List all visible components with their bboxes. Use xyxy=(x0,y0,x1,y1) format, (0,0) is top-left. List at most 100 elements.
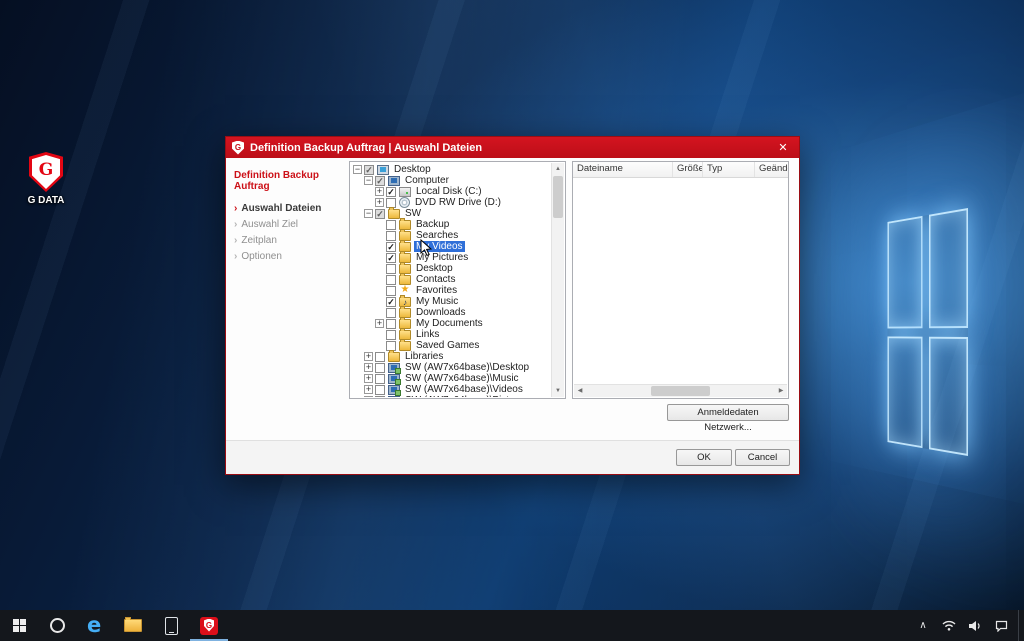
tree-item-label[interactable]: Links xyxy=(414,329,441,340)
checkbox[interactable] xyxy=(386,187,396,197)
app-button[interactable] xyxy=(152,610,190,641)
checkbox[interactable] xyxy=(386,242,396,252)
network-credentials-button[interactable]: Anmeldedaten Netzwerk... xyxy=(667,404,789,421)
checkbox[interactable] xyxy=(386,220,396,230)
tree-item[interactable]: Desktop xyxy=(351,164,550,175)
tree-item[interactable]: My Music xyxy=(351,296,550,307)
desktop-icon-gdata[interactable]: G DATA xyxy=(16,152,76,206)
tree-item[interactable]: My Documents xyxy=(351,318,550,329)
tree-item-label[interactable]: Local Disk (C:) xyxy=(414,186,484,197)
tree-item-label[interactable]: Backup xyxy=(414,219,451,230)
expand-toggle[interactable] xyxy=(364,396,373,397)
hidden-icons-chevron[interactable]: ∧ xyxy=(912,610,934,641)
tree-item-label[interactable]: SW xyxy=(403,208,423,219)
action-center-icon[interactable] xyxy=(990,610,1012,641)
tree-item-label[interactable]: Contacts xyxy=(414,274,457,285)
tree-item-label[interactable]: Desktop xyxy=(392,164,433,175)
tree-item[interactable]: SW (AW7x64base)\Desktop xyxy=(351,362,550,373)
sidebar-item-zeitplan[interactable]: ›Zeitplan xyxy=(234,234,346,247)
close-icon[interactable]: ✕ xyxy=(773,141,793,154)
ok-button[interactable]: OK xyxy=(676,449,732,466)
expand-toggle[interactable] xyxy=(375,198,384,207)
checkbox[interactable] xyxy=(375,385,385,395)
checkbox[interactable] xyxy=(386,297,396,307)
tree-item[interactable]: Backup xyxy=(351,219,550,230)
dialog-title-bar[interactable]: Definition Backup Auftrag | Auswahl Date… xyxy=(226,137,799,158)
tree-item[interactable]: SW (AW7x64base)\Music xyxy=(351,373,550,384)
edge-browser-button[interactable] xyxy=(76,610,114,641)
checkbox[interactable] xyxy=(375,374,385,384)
search-button[interactable] xyxy=(38,610,76,641)
tree-item[interactable]: Favorites xyxy=(351,285,550,296)
tree-item[interactable]: Computer xyxy=(351,175,550,186)
scroll-left-arrow[interactable]: ◀ xyxy=(574,385,586,397)
tree-item[interactable]: Saved Games xyxy=(351,340,550,351)
checkbox[interactable] xyxy=(386,275,396,285)
scrollbar-thumb[interactable] xyxy=(553,176,563,218)
tree-item[interactable]: SW (AW7x64base)\Videos xyxy=(351,384,550,395)
column-header-2[interactable]: Typ xyxy=(703,162,755,177)
checkbox[interactable] xyxy=(386,319,396,329)
expand-toggle[interactable] xyxy=(364,209,373,218)
tree-item[interactable]: DVD RW Drive (D:) xyxy=(351,197,550,208)
checkbox[interactable] xyxy=(375,396,385,398)
file-explorer-button[interactable] xyxy=(114,610,152,641)
tree-item-label[interactable]: DVD RW Drive (D:) xyxy=(413,197,503,208)
checkbox[interactable] xyxy=(375,176,385,186)
checkbox[interactable] xyxy=(364,165,374,175)
checkbox[interactable] xyxy=(386,286,396,296)
expand-toggle[interactable] xyxy=(364,385,373,394)
sidebar-item-auswahl-ziel[interactable]: ›Auswahl Ziel xyxy=(234,218,346,231)
checkbox[interactable] xyxy=(375,209,385,219)
tree-item-label[interactable]: Searches xyxy=(414,230,460,241)
tree-item-label[interactable]: SW (AW7x64base)\Pictures xyxy=(403,395,531,397)
tree-item[interactable]: My Videos xyxy=(351,241,550,252)
volume-icon[interactable] xyxy=(964,610,986,641)
expand-toggle[interactable] xyxy=(364,374,373,383)
checkbox[interactable] xyxy=(386,253,396,263)
start-button[interactable] xyxy=(0,610,38,641)
tree-item-label[interactable]: Downloads xyxy=(414,307,467,318)
tree-item[interactable]: Searches xyxy=(351,230,550,241)
network-wifi-icon[interactable] xyxy=(938,610,960,641)
scroll-up-arrow[interactable]: ▲ xyxy=(552,163,564,175)
tree-item-label[interactable]: Favorites xyxy=(414,285,459,296)
tree-item-label[interactable]: Desktop xyxy=(414,263,455,274)
tree-item-label[interactable]: SW (AW7x64base)\Desktop xyxy=(403,362,531,373)
tree-item[interactable]: SW (AW7x64base)\Pictures xyxy=(351,395,550,397)
tree-item-label[interactable]: SW (AW7x64base)\Videos xyxy=(403,384,525,395)
scroll-down-arrow[interactable]: ▼ xyxy=(552,385,564,397)
expand-toggle[interactable] xyxy=(375,319,384,328)
tree-item[interactable]: Desktop xyxy=(351,263,550,274)
tree-item-label[interactable]: Saved Games xyxy=(414,340,481,351)
checkbox[interactable] xyxy=(386,308,396,318)
scrollbar-thumb[interactable] xyxy=(651,386,711,396)
tree-item[interactable]: Libraries xyxy=(351,351,550,362)
tree-item[interactable]: SW xyxy=(351,208,550,219)
expand-toggle[interactable] xyxy=(364,176,373,185)
tree-item-label[interactable]: My Music xyxy=(414,296,460,307)
tree-item-label[interactable]: Computer xyxy=(403,175,451,186)
tree-item-label[interactable]: My Pictures xyxy=(414,252,470,263)
column-header-3[interactable]: Geändert xyxy=(755,162,788,177)
checkbox[interactable] xyxy=(386,330,396,340)
tree-item[interactable]: Links xyxy=(351,329,550,340)
tree-item-label[interactable]: SW (AW7x64base)\Music xyxy=(403,373,521,384)
checkbox[interactable] xyxy=(375,363,385,373)
expand-toggle[interactable] xyxy=(375,187,384,196)
column-header-0[interactable]: Dateiname xyxy=(573,162,673,177)
tree-item-label[interactable]: My Videos xyxy=(414,241,465,252)
show-desktop-button[interactable] xyxy=(1018,610,1024,641)
tree-item-label[interactable]: Libraries xyxy=(403,351,445,362)
tree-item[interactable]: Local Disk (C:) xyxy=(351,186,550,197)
checkbox[interactable] xyxy=(375,352,385,362)
list-horizontal-scrollbar[interactable]: ◀ ▶ xyxy=(574,384,787,397)
expand-toggle[interactable] xyxy=(364,363,373,372)
cancel-button[interactable]: Cancel xyxy=(735,449,790,466)
tree-vertical-scrollbar[interactable]: ▲ ▼ xyxy=(551,163,564,397)
expand-toggle[interactable] xyxy=(353,165,362,174)
tree-item[interactable]: Downloads xyxy=(351,307,550,318)
column-header-1[interactable]: Größe xyxy=(673,162,703,177)
tree-item-label[interactable]: My Documents xyxy=(414,318,485,329)
sidebar-item-optionen[interactable]: ›Optionen xyxy=(234,250,346,263)
